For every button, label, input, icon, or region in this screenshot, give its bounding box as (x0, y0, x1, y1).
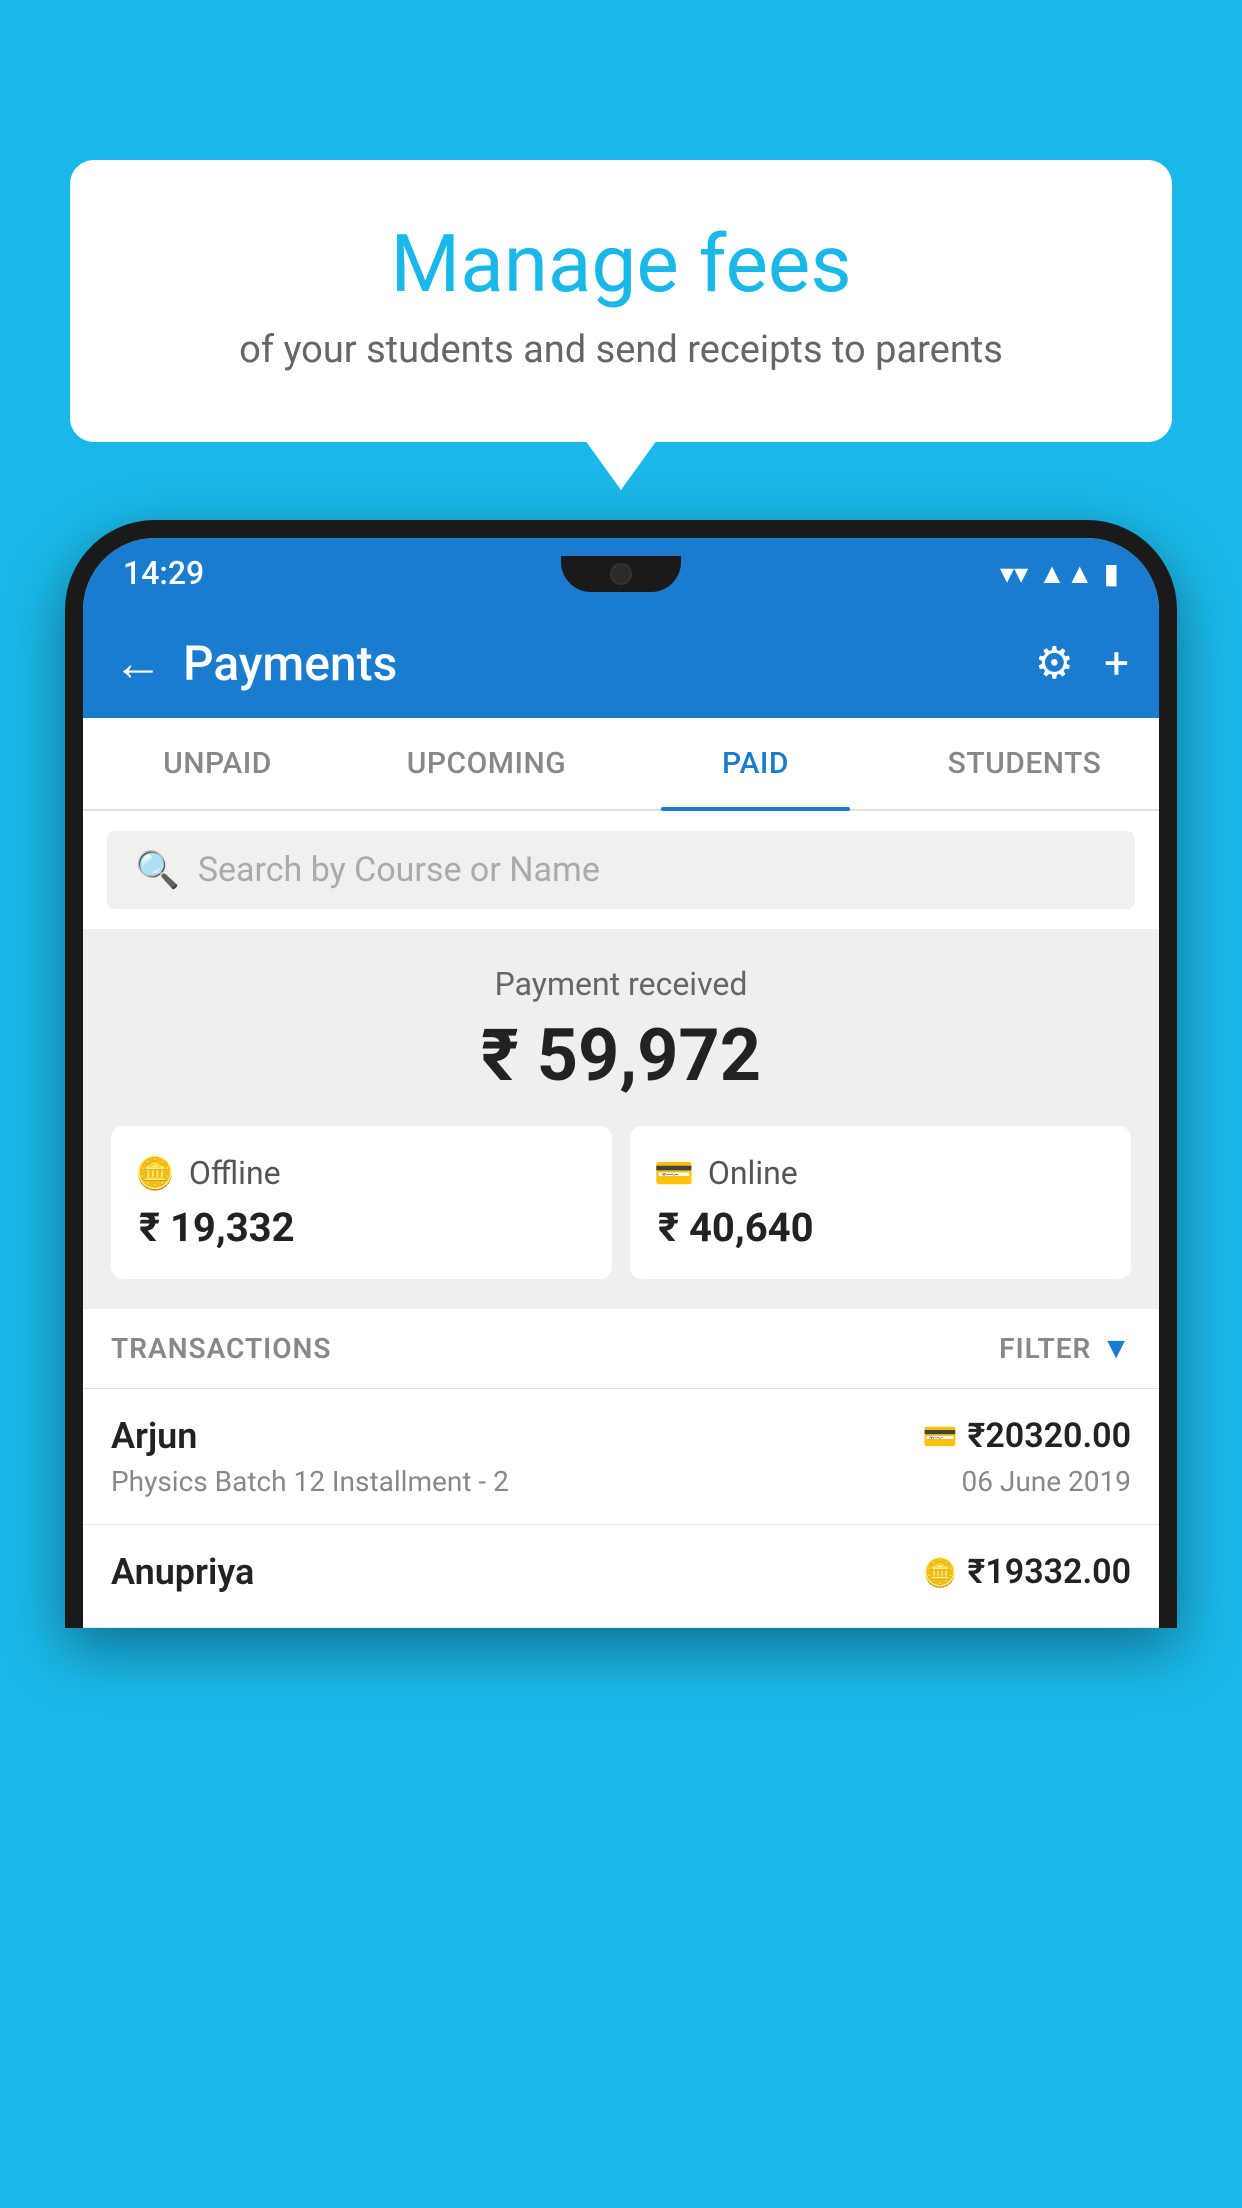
offline-label: Offline (189, 1154, 281, 1192)
offline-payment-icon: 🪙 (923, 1556, 958, 1589)
battery-icon: ▮ (1104, 557, 1119, 590)
transaction-amount-wrap: 🪙 ₹19332.00 (923, 1552, 1131, 1592)
filter-label: FILTER (999, 1332, 1091, 1365)
transactions-label: TRANSACTIONS (111, 1332, 331, 1365)
tab-students[interactable]: STUDENTS (890, 718, 1159, 809)
bubble-title: Manage fees (120, 220, 1122, 308)
filter-icon: ▼ (1101, 1331, 1131, 1366)
tab-paid[interactable]: PAID (621, 718, 890, 809)
phone-notch (561, 556, 681, 592)
tabs: UNPAID UPCOMING PAID STUDENTS (83, 718, 1159, 811)
status-icons: ▾▾ ▲▲ ▮ (1000, 557, 1119, 590)
search-input[interactable]: Search by Course or Name (198, 850, 600, 890)
transaction-top: Anupriya 🪙 ₹19332.00 (111, 1551, 1131, 1593)
app-bar-icons: ⚙ + (1035, 637, 1129, 689)
search-box[interactable]: 🔍 Search by Course or Name (107, 831, 1135, 909)
app-bar: ← Payments ⚙ + (83, 608, 1159, 718)
search-icon: 🔍 (135, 849, 180, 891)
transaction-row[interactable]: Anupriya 🪙 ₹19332.00 (83, 1525, 1159, 1628)
transaction-amount: ₹20320.00 (968, 1416, 1131, 1456)
phone-screen: 14:29 ▾▾ ▲▲ ▮ ← Payments ⚙ + (83, 538, 1159, 1628)
signal-icon: ▲▲ (1038, 557, 1093, 590)
payment-received-amount: ₹ 59,972 (103, 1013, 1139, 1098)
online-card-header: 💳 Online (654, 1154, 1107, 1192)
online-icon: 💳 (654, 1154, 694, 1192)
transaction-amount-wrap: 💳 ₹20320.00 (923, 1416, 1131, 1456)
tab-upcoming[interactable]: UPCOMING (352, 718, 621, 809)
offline-icon: 🪙 (135, 1154, 175, 1192)
transaction-row[interactable]: Arjun 💳 ₹20320.00 Physics Batch 12 Insta… (83, 1389, 1159, 1525)
phone-wrapper: 14:29 ▾▾ ▲▲ ▮ ← Payments ⚙ + (65, 520, 1177, 2208)
online-label: Online (708, 1154, 798, 1192)
payment-cards: 🪙 Offline ₹ 19,332 💳 Online ₹ 40,640 (111, 1126, 1131, 1279)
offline-card: 🪙 Offline ₹ 19,332 (111, 1126, 612, 1279)
filter-button[interactable]: FILTER ▼ (999, 1331, 1131, 1366)
online-amount: ₹ 40,640 (658, 1204, 1107, 1251)
transaction-bottom: Physics Batch 12 Installment - 2 06 June… (111, 1465, 1131, 1498)
transaction-date: 06 June 2019 (961, 1465, 1131, 1498)
app-bar-title: Payments (183, 635, 1035, 692)
add-icon[interactable]: + (1104, 637, 1129, 689)
transaction-name: Arjun (111, 1415, 197, 1457)
payment-received-label: Payment received (103, 965, 1139, 1003)
bubble-subtitle: of your students and send receipts to pa… (120, 328, 1122, 372)
phone-outer: 14:29 ▾▾ ▲▲ ▮ ← Payments ⚙ + (65, 520, 1177, 1628)
card-payment-icon: 💳 (923, 1420, 958, 1453)
transaction-name: Anupriya (111, 1551, 254, 1593)
settings-icon[interactable]: ⚙ (1035, 637, 1074, 689)
status-time: 14:29 (123, 554, 204, 592)
transaction-course: Physics Batch 12 Installment - 2 (111, 1465, 509, 1498)
payment-received-section: Payment received ₹ 59,972 🪙 Offline ₹ 19… (83, 929, 1159, 1309)
transaction-amount: ₹19332.00 (968, 1552, 1131, 1592)
offline-amount: ₹ 19,332 (139, 1204, 588, 1251)
transactions-header: TRANSACTIONS FILTER ▼ (83, 1309, 1159, 1389)
wifi-icon: ▾▾ (1000, 557, 1028, 590)
offline-card-header: 🪙 Offline (135, 1154, 588, 1192)
tab-unpaid[interactable]: UNPAID (83, 718, 352, 809)
transaction-top: Arjun 💳 ₹20320.00 (111, 1415, 1131, 1457)
speech-bubble: Manage fees of your students and send re… (70, 160, 1172, 442)
search-container: 🔍 Search by Course or Name (83, 811, 1159, 929)
camera (610, 563, 632, 585)
back-button[interactable]: ← (113, 634, 163, 693)
online-card: 💳 Online ₹ 40,640 (630, 1126, 1131, 1279)
